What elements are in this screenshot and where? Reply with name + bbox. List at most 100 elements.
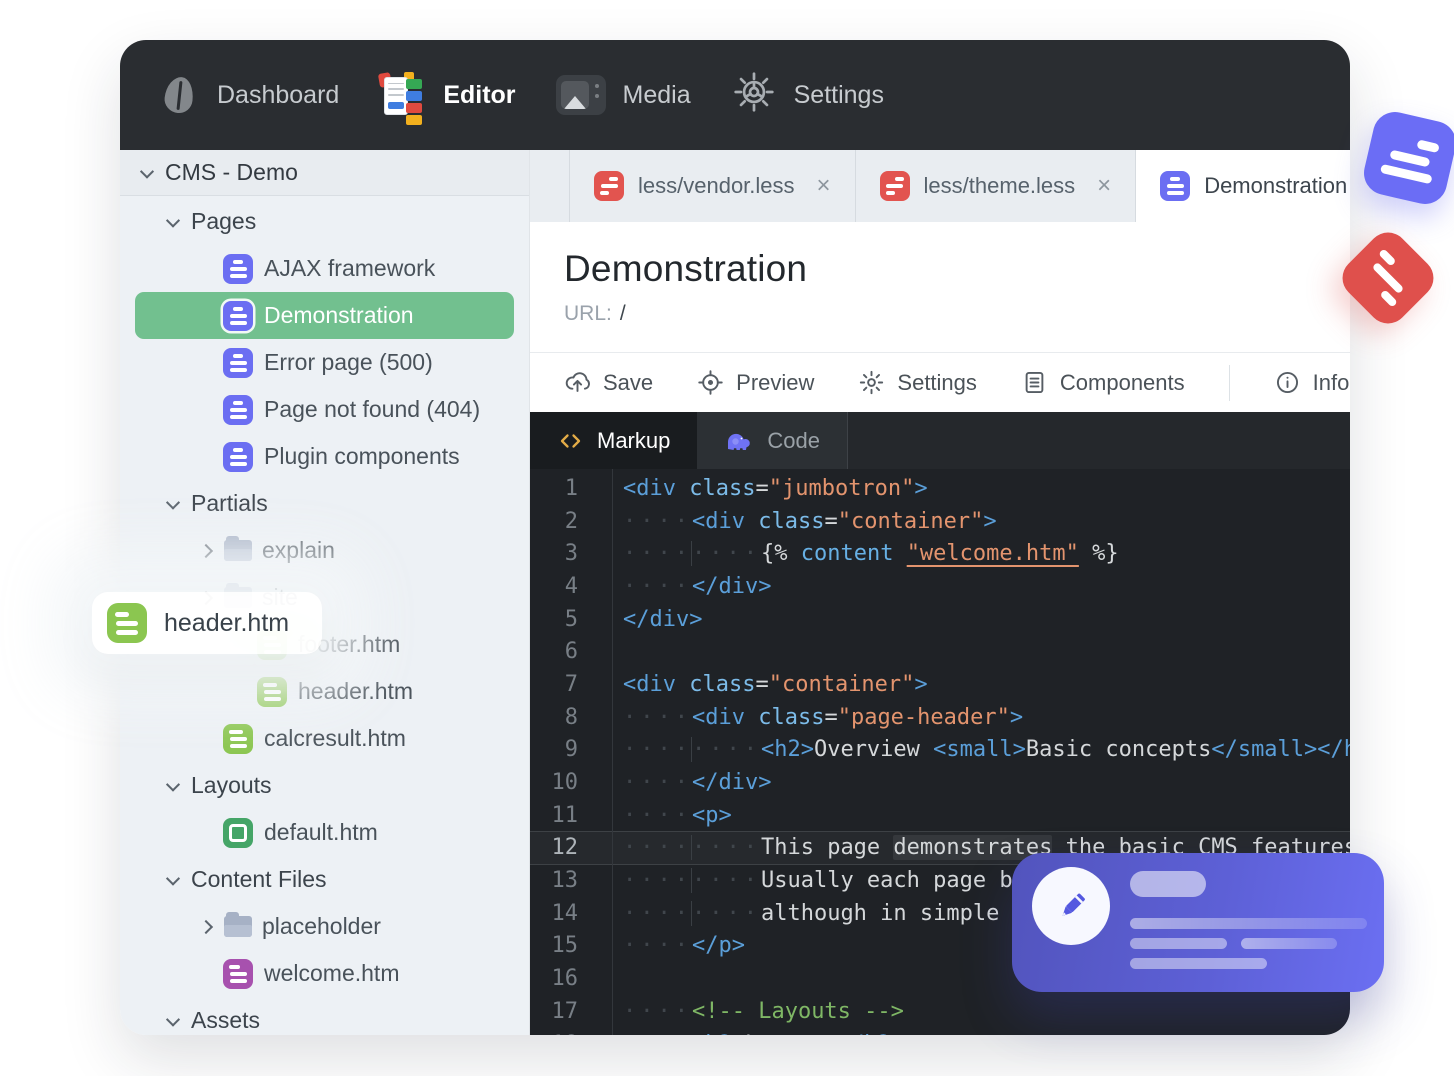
code-line[interactable]: 2 ····<div class="container"> [530, 505, 1350, 538]
sidebar-header[interactable]: CMS - Demo [120, 150, 529, 196]
code-line[interactable]: 3 ········{% content "welcome.htm" %} [530, 537, 1350, 570]
nav-item-media[interactable]: Media [555, 75, 691, 115]
code-line[interactable]: 17 ····<!-- Layouts --> [530, 995, 1350, 1028]
page-icon [223, 441, 253, 472]
code-line[interactable]: 11 ····<p> [530, 799, 1350, 832]
folder-icon [224, 912, 252, 937]
code-line[interactable]: 8 ····<div class="page-header"> [530, 701, 1350, 734]
tree-folder[interactable]: placeholder [120, 903, 529, 950]
gear-icon [860, 370, 884, 395]
tab-theme-less[interactable]: less/theme.less × [856, 150, 1137, 222]
tab-vendor-less[interactable]: less/vendor.less × [570, 150, 856, 222]
page-icon [223, 253, 253, 284]
code-text: ········<h2>Overview <small>Basic concep… [623, 737, 1350, 763]
angle-brackets-icon [560, 433, 581, 448]
editor-icon [378, 71, 426, 125]
line-number: 13 [551, 868, 579, 894]
save-button[interactable]: Save [564, 369, 653, 396]
tree-item[interactable]: Error page (500) [120, 339, 529, 386]
tab-demonstration[interactable]: Demonstration × [1136, 150, 1350, 222]
slash-lines-badge-icon [1334, 224, 1442, 332]
tree-section-pages[interactable]: Pages [120, 198, 529, 245]
code-text: ········{% content "welcome.htm" %} [623, 541, 1119, 567]
code-line[interactable]: 7 <div class="container"> [530, 668, 1350, 701]
code-text: ····<p> [623, 802, 732, 828]
line-number: 17 [551, 998, 579, 1024]
tree-item[interactable]: default.htm [120, 809, 529, 856]
tab-markup[interactable]: Markup [530, 412, 698, 469]
tree-section-assets[interactable]: Assets [120, 997, 529, 1035]
info-circle-icon [1276, 371, 1298, 394]
document-tabs: less/vendor.less × less/theme.less × Dem… [530, 150, 1350, 222]
page-icon [223, 394, 253, 425]
php-elephant-icon [728, 433, 751, 450]
close-icon[interactable]: × [1097, 174, 1111, 198]
line-number: 6 [564, 639, 578, 665]
line-number: 15 [551, 933, 579, 959]
line-number: 9 [564, 737, 578, 763]
document-lines-icon [1025, 371, 1044, 394]
code-line[interactable]: 6 [530, 635, 1350, 668]
tree-section-content-files[interactable]: Content Files [120, 856, 529, 903]
code-text: ····<div class="page-header"> [623, 704, 1024, 730]
sidebar-header-label: CMS - Demo [165, 159, 298, 185]
settings-button[interactable]: Settings [858, 369, 977, 396]
code-line[interactable]: 5 </div> [530, 603, 1350, 636]
top-nav: Dashboard Editor Media Settings [120, 40, 1350, 150]
line-number: 16 [551, 966, 579, 992]
page-lines-badge-icon [1359, 107, 1454, 209]
skeleton-bar [1241, 938, 1337, 949]
tree-item[interactable]: welcome.htm [120, 950, 529, 997]
page: Dashboard Editor Media Settings CMS - De… [0, 0, 1454, 1076]
code-line[interactable]: 9 ········<h2>Overview <small>Basic conce… [530, 734, 1350, 767]
tree-item[interactable]: AJAX framework [120, 245, 529, 292]
chevron-down-icon [165, 213, 181, 228]
chevron-down-icon [165, 871, 181, 886]
toolbar: Save Preview Settings Components Info [530, 352, 1350, 412]
media-icon [555, 75, 606, 115]
skeleton-bar [1130, 958, 1267, 969]
tree-item-selected[interactable]: Demonstration [135, 292, 514, 339]
skeleton-bar [1130, 871, 1206, 897]
code-line[interactable]: 18····<h2>Layouts</h2> [530, 1028, 1350, 1035]
preview-button[interactable]: Preview [697, 369, 814, 396]
line-number: 5 [564, 606, 578, 632]
tree-section-partials[interactable]: Partials [120, 480, 529, 527]
editor-mode-tabs: Markup Code [530, 412, 1350, 469]
chevron-down-icon [165, 1012, 181, 1027]
close-icon[interactable]: × [817, 174, 831, 198]
code-text: ····</p> [623, 933, 745, 959]
tree-item[interactable]: Plugin components [120, 433, 529, 480]
line-number: 10 [551, 770, 579, 796]
line-number: 8 [564, 704, 578, 730]
line-number: 3 [564, 541, 578, 567]
tree-section-layouts[interactable]: Layouts [120, 762, 529, 809]
code-line[interactable]: 1 <div class="jumbotron"> [530, 472, 1350, 505]
chevron-right-icon [198, 543, 214, 558]
nav-label: Dashboard [217, 80, 340, 109]
drag-ghost[interactable]: header.htm [92, 592, 322, 654]
chevron-down-icon [139, 164, 155, 179]
chevron-down-icon [165, 777, 181, 792]
toolbar-divider [1228, 364, 1230, 401]
drag-ghost-label: header.htm [164, 608, 290, 637]
nav-item-editor[interactable]: Editor [378, 71, 516, 125]
tree-folder[interactable]: explain [120, 527, 529, 574]
tree-item[interactable]: calcresult.htm [120, 715, 529, 762]
code-line[interactable]: 10 ····</div> [530, 766, 1350, 799]
less-file-icon [594, 171, 624, 201]
code-text: ····<h2>Layouts</h2> [602, 1032, 904, 1035]
code-line[interactable]: 4 ····</div> [530, 570, 1350, 603]
gear-icon [731, 69, 777, 122]
info-button[interactable]: Info [1274, 369, 1349, 396]
nav-item-settings[interactable]: Settings [731, 69, 884, 122]
tree-item[interactable]: header.htm [120, 668, 529, 715]
code-text: ····<!-- Layouts --> [623, 998, 904, 1024]
nav-item-dashboard[interactable]: Dashboard [160, 75, 339, 115]
partial-icon [257, 676, 287, 707]
code-text: ····</div> [623, 770, 772, 796]
line-number: 2 [564, 508, 578, 534]
tab-code[interactable]: Code [697, 412, 848, 469]
components-button[interactable]: Components [1021, 369, 1185, 396]
tree-item[interactable]: Page not found (404) [120, 386, 529, 433]
